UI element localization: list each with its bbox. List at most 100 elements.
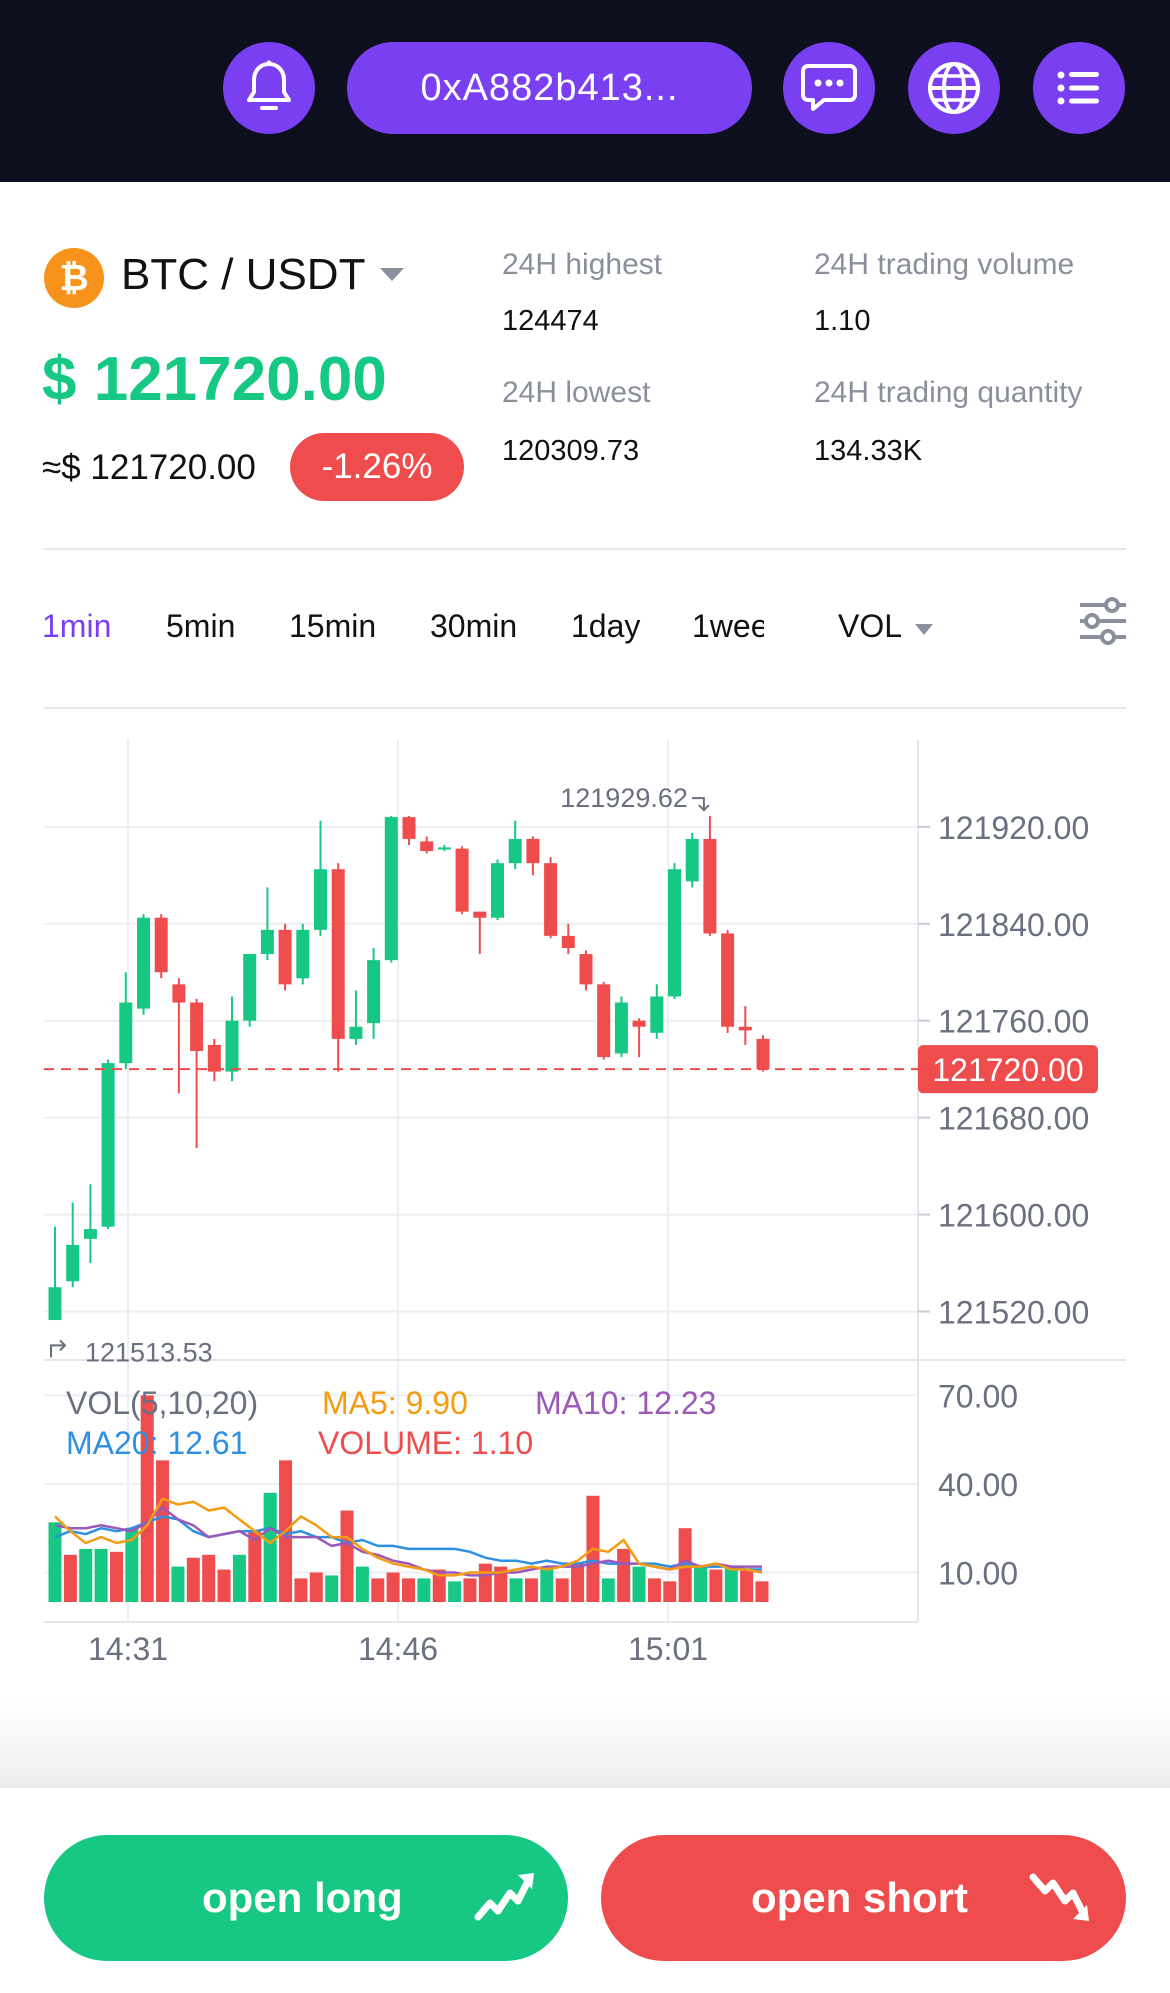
candle-body <box>154 917 168 973</box>
menu-list-icon <box>1057 71 1099 105</box>
volume-bar <box>647 1578 661 1602</box>
open-short-label: open short <box>751 1874 968 1921</box>
trend-up-icon <box>474 1873 534 1921</box>
volume-tick-label: 70.00 <box>938 1378 1018 1414</box>
trend-down-icon <box>1029 1873 1089 1921</box>
volume-bar <box>79 1548 93 1602</box>
current-price-tag-label: 121720.00 <box>932 1052 1083 1088</box>
candle-body <box>402 817 416 839</box>
volume-bar <box>386 1572 400 1602</box>
candle-body <box>508 838 522 864</box>
quantity-value: 134.33K <box>814 435 923 467</box>
volume-label: 24H trading volume <box>814 248 1075 281</box>
chat-button[interactable] <box>783 42 875 134</box>
candle-body <box>83 1229 97 1239</box>
volume-bar <box>355 1566 369 1602</box>
volume-bar <box>63 1554 77 1602</box>
candle-body <box>260 929 274 955</box>
volume-bar <box>232 1554 246 1602</box>
volume-bar <box>309 1572 323 1602</box>
time-tick-label: 14:46 <box>358 1631 438 1667</box>
volume-bar <box>509 1578 523 1602</box>
high-value: 124474 <box>502 305 599 337</box>
candle-body <box>48 1287 62 1321</box>
candle-body <box>455 848 469 912</box>
volume-bar <box>94 1548 108 1602</box>
time-tick-label: 14:31 <box>88 1631 168 1667</box>
caret-down-icon[interactable] <box>380 268 404 281</box>
candle-body <box>331 869 345 1039</box>
candle-body <box>756 1038 770 1070</box>
tab-15min[interactable]: 15min <box>289 608 376 645</box>
candle-body <box>278 929 292 985</box>
menu-button[interactable] <box>1033 42 1125 134</box>
bell-icon <box>247 60 291 110</box>
price-tick-label: 121760.00 <box>938 1004 1089 1040</box>
current-price: $ 121720.00 <box>42 345 387 414</box>
open-short-button[interactable]: open short <box>601 1835 1126 1961</box>
volume-bar <box>340 1510 354 1602</box>
caret-down-icon[interactable] <box>915 624 933 635</box>
notification-button[interactable] <box>223 42 315 134</box>
tab-1min[interactable]: 1min <box>42 608 111 645</box>
volume-legend-title: VOL(5,10,20) <box>66 1385 259 1421</box>
volume-bar <box>632 1566 646 1602</box>
wallet-address-button[interactable]: 0xA882b413... <box>347 42 752 134</box>
price-change-badge: -1.26% <box>290 433 464 501</box>
candle-body <box>685 838 699 882</box>
volume-bar <box>263 1492 277 1602</box>
candle-body <box>721 933 735 1027</box>
volume-bar <box>601 1578 615 1602</box>
top-bar: 0xA882b413... <box>0 0 1170 182</box>
candle-body <box>367 960 381 1024</box>
candle-body <box>650 996 664 1033</box>
price-chart[interactable]: 121920.00 121840.00 121760.00 121680.00 1216… <box>0 720 1170 1680</box>
volume-bar <box>202 1554 216 1602</box>
quantity-label: 24H trading quantity <box>814 376 1083 409</box>
candle-body <box>101 1063 115 1227</box>
volume-bar <box>524 1578 538 1602</box>
tab-30min[interactable]: 30min <box>430 608 517 645</box>
open-long-label: open long <box>202 1874 403 1921</box>
volume-bar <box>694 1566 708 1602</box>
low-label: 24H lowest <box>502 376 651 409</box>
volume-bar <box>371 1578 385 1602</box>
volume-bar <box>617 1548 631 1602</box>
approx-price: ≈$ 121720.00 <box>42 448 256 487</box>
chart-settings-icon[interactable] <box>1078 596 1128 646</box>
trading-pair-selector[interactable]: BTC / USDT <box>121 250 365 300</box>
volume-tick-label: 10.00 <box>938 1555 1018 1591</box>
candle-body <box>579 954 593 985</box>
volume-bar <box>217 1569 231 1602</box>
volume-bar <box>325 1575 339 1602</box>
time-tick-label: 15:01 <box>628 1631 708 1667</box>
high-label: 24H highest <box>502 248 663 281</box>
volume-bar <box>555 1578 569 1602</box>
candle-body <box>119 1002 133 1064</box>
divider <box>44 707 1126 709</box>
candle-body <box>437 847 451 850</box>
volume-bar <box>478 1563 492 1602</box>
candle-body <box>243 954 257 1021</box>
indicator-selector[interactable]: VOL <box>838 608 902 645</box>
bottom-shade <box>0 1700 1170 1790</box>
candle-body <box>190 1002 204 1051</box>
language-button[interactable] <box>908 42 1000 134</box>
volume-bar <box>540 1569 554 1602</box>
price-tick-label: 121680.00 <box>938 1101 1089 1137</box>
open-long-button[interactable]: open long <box>44 1835 568 1961</box>
tab-1day[interactable]: 1day <box>571 608 640 645</box>
candlesticks <box>48 815 770 1321</box>
tab-1week[interactable]: 1week <box>692 608 764 645</box>
candle-body <box>137 917 150 1009</box>
candle-body <box>473 911 487 918</box>
ma5-legend: MA5: 9.90 <box>322 1385 468 1421</box>
candle-body <box>526 838 540 864</box>
price-axis: 121920.00 121840.00 121760.00 121680.00 1216… <box>918 810 1089 1591</box>
candle-body <box>738 1026 752 1031</box>
candle-body <box>561 935 575 948</box>
candle-body <box>225 1020 239 1072</box>
tab-5min[interactable]: 5min <box>166 608 235 645</box>
candle-body <box>296 929 310 979</box>
ma20-legend: MA20: 12.61 <box>66 1425 248 1461</box>
